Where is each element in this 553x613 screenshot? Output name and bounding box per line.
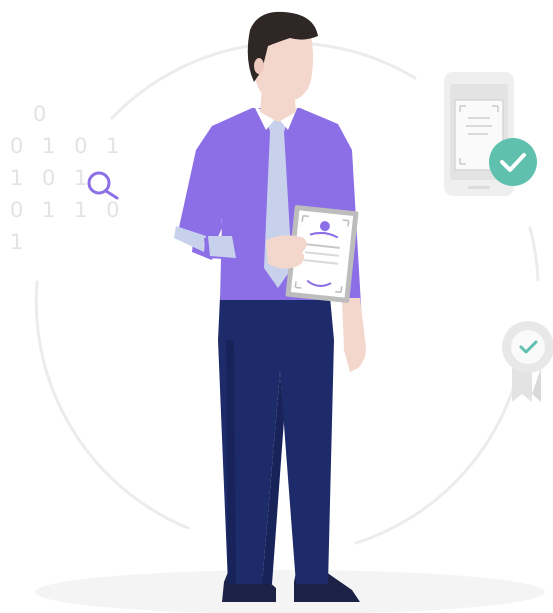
binary-row: 0 1 1 0	[10, 198, 125, 222]
binary-row: 0	[33, 102, 52, 126]
certificate-verification-illustration: 0 0 1 0 1 1 0 1 0 1 1 0 1	[10, 11, 553, 613]
award-ribbon-icon	[502, 321, 553, 402]
left-hand	[266, 235, 307, 269]
check-circle-icon	[489, 138, 537, 186]
man-figure	[174, 11, 366, 602]
binary-row: 0 1 0 1	[10, 134, 125, 158]
binary-row: 1 0 1	[10, 166, 93, 190]
ground-shadow	[35, 570, 545, 613]
binary-row: 1	[10, 230, 29, 254]
